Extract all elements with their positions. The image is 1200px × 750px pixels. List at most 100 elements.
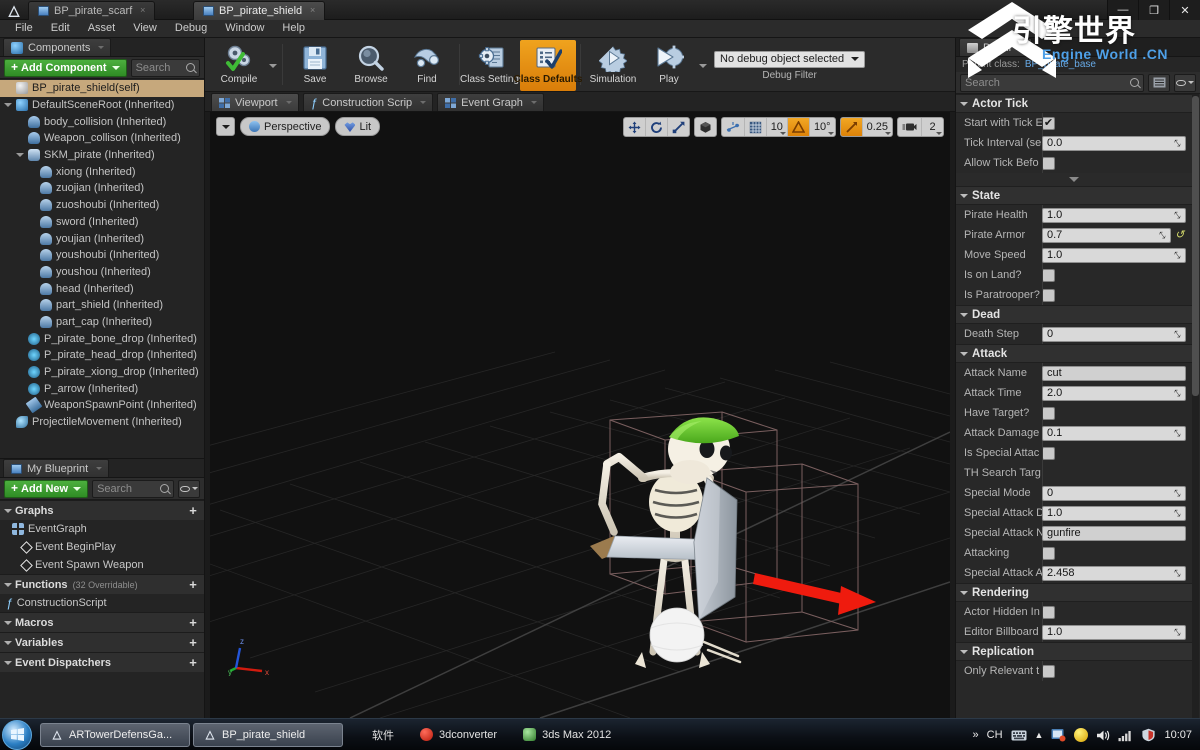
- property-input[interactable]: 2.0 ⤡: [1042, 385, 1186, 401]
- menu-debug[interactable]: Debug: [166, 20, 216, 37]
- tray-item[interactable]: 3ds Max 2012: [523, 728, 611, 741]
- camera-speed-value[interactable]: 2: [922, 118, 943, 136]
- center-tab-construction-scrip[interactable]: ƒ Construction Scrip: [302, 93, 434, 111]
- tray-item[interactable]: 软件: [372, 727, 394, 743]
- my-blueprint-item[interactable]: ƒ ConstructionScript: [0, 594, 204, 612]
- expand-arrow-icon[interactable]: [16, 153, 24, 158]
- component-tree-row[interactable]: BP_pirate_shield(self): [0, 80, 204, 97]
- scale-snap-value[interactable]: 0.25: [863, 118, 892, 136]
- component-tree-row[interactable]: ProjectileMovement (Inherited): [0, 414, 204, 431]
- component-tree-row[interactable]: WeaponSpawnPoint (Inherited): [0, 397, 204, 414]
- add-icon[interactable]: +: [187, 636, 199, 649]
- show-hidden-icon[interactable]: ▲: [1035, 730, 1044, 740]
- expand-arrow-icon[interactable]: [960, 351, 968, 356]
- property-checkbox[interactable]: [1042, 664, 1055, 678]
- components-search-input[interactable]: Search: [130, 58, 200, 77]
- property-input[interactable]: 0 ⤡: [1042, 326, 1186, 342]
- network-icon[interactable]: [1118, 729, 1133, 742]
- add-new-button[interactable]: + Add New: [4, 479, 89, 498]
- details-category-dead[interactable]: Dead: [956, 305, 1192, 324]
- center-tab-event-graph[interactable]: Event Graph: [437, 93, 544, 111]
- my-blueprint-section-event-dispatchers[interactable]: Event Dispatchers +: [0, 652, 204, 672]
- my-blueprint-item[interactable]: Event Spawn Weapon: [0, 556, 204, 574]
- menu-window[interactable]: Window: [216, 20, 273, 37]
- spinner-icon[interactable]: ⤡: [1173, 138, 1182, 149]
- close-icon[interactable]: ×: [308, 6, 317, 15]
- add-icon[interactable]: +: [187, 656, 199, 669]
- details-category-state[interactable]: State: [956, 186, 1192, 205]
- toolbar-compile-button[interactable]: Compile: [211, 40, 267, 91]
- spinner-icon[interactable]: ⤡: [1173, 568, 1182, 579]
- add-icon[interactable]: +: [187, 578, 199, 591]
- tab-components[interactable]: Components: [3, 38, 112, 56]
- details-search-input[interactable]: Search: [960, 73, 1144, 92]
- component-tree-row[interactable]: P_pirate_head_drop (Inherited): [0, 347, 204, 364]
- property-input[interactable]: gunfire: [1042, 525, 1186, 541]
- grid-snap-toggle[interactable]: [745, 118, 767, 136]
- spinner-icon[interactable]: ⤡: [1173, 329, 1182, 340]
- scale-snap-toggle[interactable]: [840, 118, 863, 136]
- angle-snap-value[interactable]: 10°: [810, 118, 835, 136]
- close-button[interactable]: ✕: [1169, 0, 1200, 20]
- expand-arrow-icon[interactable]: [4, 660, 12, 665]
- keyboard-icon[interactable]: [1011, 730, 1027, 741]
- property-input[interactable]: 2.458 ⤡: [1042, 565, 1186, 581]
- property-input[interactable]: 0.1 ⤡: [1042, 425, 1186, 441]
- tray-item[interactable]: 3dconverter: [420, 728, 497, 741]
- component-tree-row[interactable]: part_shield (Inherited): [0, 297, 204, 314]
- component-tree-row[interactable]: part_cap (Inherited): [0, 314, 204, 331]
- toolbar-dropdown-caret[interactable]: [697, 40, 708, 91]
- property-checkbox[interactable]: [1042, 546, 1055, 560]
- volume-icon[interactable]: [1096, 729, 1110, 742]
- taskbar-item[interactable]: △ BP_pirate_shield: [193, 722, 343, 747]
- property-checkbox[interactable]: [1042, 406, 1055, 420]
- component-tree-row[interactable]: youshou (Inherited): [0, 264, 204, 281]
- update-icon[interactable]: [1074, 728, 1089, 742]
- my-blueprint-section-graphs[interactable]: Graphs +: [0, 500, 204, 520]
- toolbar-simulation-button[interactable]: Simulation: [585, 40, 641, 91]
- my-blueprint-tree[interactable]: Graphs + EventGraph Event BeginPlay Event Sp…: [0, 500, 204, 718]
- property-input[interactable]: 1.0 ⤡: [1042, 207, 1186, 223]
- debug-object-combo[interactable]: No debug object selected: [714, 50, 866, 68]
- toolbar-save-button[interactable]: Save: [287, 40, 343, 91]
- my-blueprint-section-macros[interactable]: Macros +: [0, 612, 204, 632]
- world-space-icon[interactable]: [695, 118, 716, 136]
- toolbar-play-button[interactable]: Play: [641, 40, 697, 91]
- component-tree-row[interactable]: zuoshoubi (Inherited): [0, 197, 204, 214]
- transform-tools-group[interactable]: [622, 117, 690, 137]
- spinner-icon[interactable]: ⤡: [1173, 388, 1182, 399]
- component-tree-row[interactable]: Weapon_collison (Inherited): [0, 130, 204, 147]
- property-input[interactable]: cut: [1042, 365, 1186, 381]
- expand-arrow-icon[interactable]: [4, 620, 12, 625]
- property-checkbox[interactable]: ✔: [1042, 116, 1055, 130]
- details-category-rendering[interactable]: Rendering: [956, 583, 1192, 602]
- center-tab-viewport[interactable]: Viewport: [211, 93, 299, 111]
- property-input[interactable]: 1.0 ⤡: [1042, 505, 1186, 521]
- lighting-mode-button[interactable]: Lit: [335, 117, 381, 136]
- expand-arrow-icon[interactable]: [4, 582, 12, 587]
- menu-asset[interactable]: Asset: [79, 20, 125, 37]
- details-property-list[interactable]: Actor Tick Start with Tick E ✔ Tick Interva…: [956, 94, 1200, 718]
- property-input[interactable]: 0.7 ⤡: [1042, 227, 1171, 243]
- toolbar-dropdown-caret[interactable]: [267, 40, 278, 91]
- visibility-options-button[interactable]: [178, 479, 200, 498]
- property-checkbox[interactable]: [1042, 268, 1055, 282]
- viewport-3d-scene[interactable]: [210, 112, 950, 718]
- component-tree-row[interactable]: P_pirate_bone_drop (Inherited): [0, 330, 204, 347]
- menu-file[interactable]: File: [6, 20, 42, 37]
- toolbar-class-defaults-button[interactable]: Class Defaults: [514, 40, 582, 91]
- property-input[interactable]: 1.0 ⤡: [1042, 247, 1186, 263]
- details-display-options-button[interactable]: [1148, 73, 1170, 92]
- spinner-icon[interactable]: ⤡: [1173, 428, 1182, 439]
- component-tree-row[interactable]: body_collision (Inherited): [0, 113, 204, 130]
- property-input[interactable]: 0.0 ⤡: [1042, 135, 1186, 151]
- menu-help[interactable]: Help: [273, 20, 314, 37]
- expand-arrow-icon[interactable]: [4, 103, 12, 108]
- component-tree-row[interactable]: sword (Inherited): [0, 214, 204, 231]
- details-scrollbar-thumb[interactable]: [1192, 96, 1199, 396]
- taskbar-item[interactable]: △ ARTowerDefensGa...: [40, 722, 190, 747]
- maximize-button[interactable]: ❐: [1138, 0, 1169, 20]
- category-expander[interactable]: [956, 173, 1192, 186]
- expand-arrow-icon[interactable]: [960, 649, 968, 654]
- document-tab-1[interactable]: BP_pirate_scarf ×: [28, 1, 156, 20]
